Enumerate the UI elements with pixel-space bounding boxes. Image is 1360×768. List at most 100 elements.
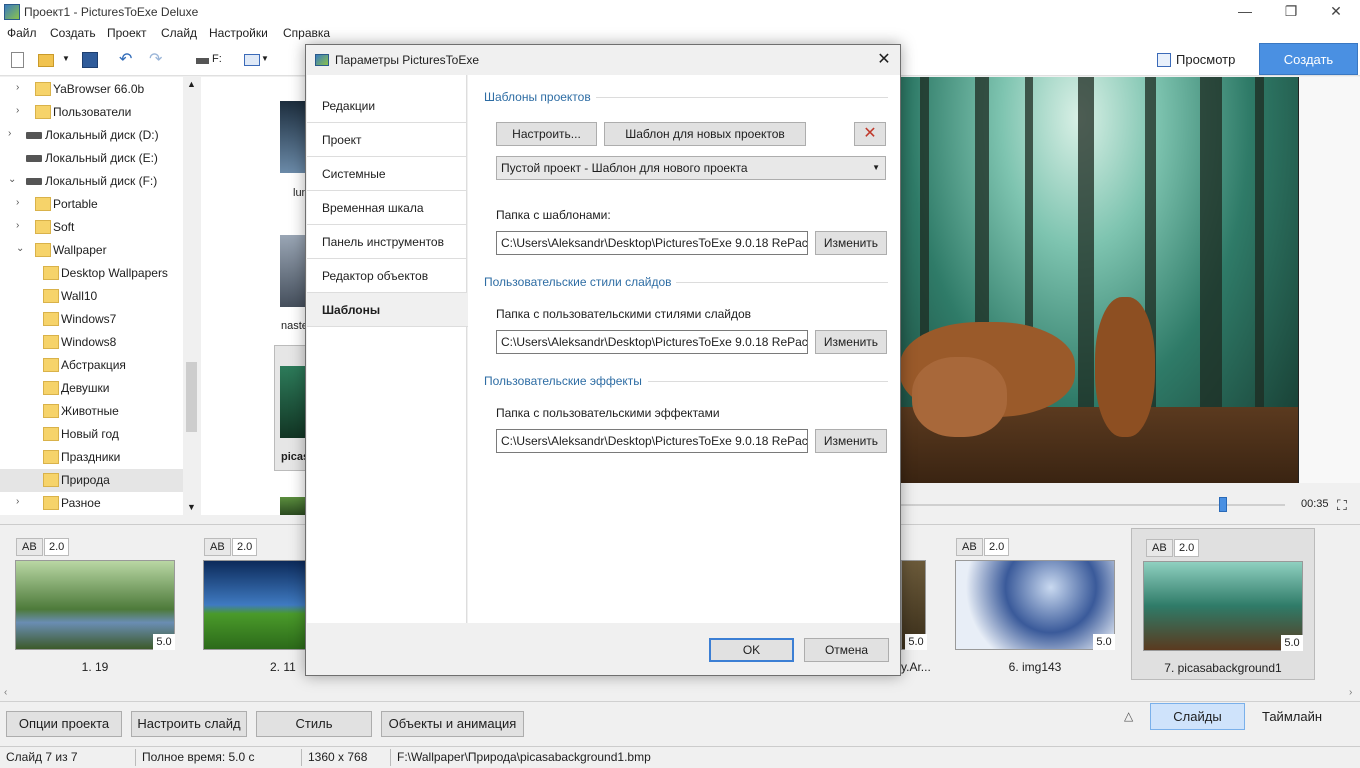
tab-slides[interactable]: Слайды [1150,703,1245,730]
change-styles-folder-button[interactable]: Изменить [815,330,887,354]
tree-item[interactable]: Абстракция [0,354,183,377]
save-icon[interactable] [82,52,98,68]
menu-create[interactable]: Создать [50,26,96,40]
tree-item[interactable]: Природа [0,469,183,492]
file-thumb[interactable] [280,101,307,173]
chevron-right-icon[interactable]: › [8,128,18,139]
objects-animation-button[interactable]: Объекты и анимация [381,711,524,737]
slide-item-selected[interactable]: AB 2.0 5.0 7. picasabackground1 [1131,528,1315,680]
view-mode-icon[interactable] [244,54,260,66]
nav-toolbar[interactable]: Панель инструментов [307,225,467,259]
tab-timeline[interactable]: Таймлайн [1247,703,1337,730]
chevron-right-icon[interactable]: › [16,197,26,208]
transition-badge[interactable]: AB [956,538,983,556]
nav-project[interactable]: Проект [307,123,467,157]
tree-item[interactable]: › YaBrowser 66.0b [0,78,183,101]
undo-icon[interactable]: ↶ [119,49,135,68]
tree-item[interactable]: Windows8 [0,331,183,354]
open-folder-icon[interactable] [38,54,54,67]
chevron-right-icon[interactable]: › [16,82,26,93]
slide-thumbnail[interactable] [203,560,306,650]
file-thumb[interactable] [280,497,307,515]
file-thumb[interactable] [280,366,307,438]
change-effects-folder-button[interactable]: Изменить [815,429,887,453]
slides-scrollbar[interactable]: ‹ › [0,687,1360,701]
tree-item[interactable]: Животные [0,400,183,423]
tree-item[interactable]: Девушки [0,377,183,400]
chevron-down-icon[interactable]: ⌄ [8,174,18,185]
delete-template-icon[interactable]: ✕ [854,122,886,146]
minimize-button[interactable]: — [1222,0,1268,24]
file-thumb[interactable] [280,235,307,307]
new-file-icon[interactable] [11,52,24,68]
nav-templates[interactable]: Шаблоны [307,293,468,327]
close-window-button[interactable]: ✕ [1313,0,1359,24]
transition-duration[interactable]: 2.0 [44,538,70,556]
slide-duration[interactable]: 5.0 [905,634,927,650]
menu-settings[interactable]: Настройки [209,26,268,40]
menu-file[interactable]: Файл [7,26,37,40]
tree-item[interactable]: Desktop Wallpapers [0,262,183,285]
nav-timeline[interactable]: Временная шкала [307,191,467,225]
menu-slide[interactable]: Слайд [161,26,197,40]
transition-duration[interactable]: 2.0 [232,538,258,556]
redo-icon[interactable]: ↷ [149,49,165,68]
tree-item[interactable]: › Пользователи [0,101,183,124]
transition-badge[interactable]: AB [16,538,43,556]
drive-label[interactable]: F: [212,53,222,65]
slide-item[interactable]: 5.0 y.Ar... [901,528,931,680]
templates-folder-input[interactable]: C:\Users\Aleksandr\Desktop\PicturesToExe… [496,231,808,255]
chevron-down-icon[interactable]: ▼ [62,54,78,70]
maximize-button[interactable]: ❐ [1268,0,1314,24]
project-options-button[interactable]: Опции проекта [6,711,122,737]
transition-badge[interactable]: AB [1146,539,1173,557]
scroll-left-icon[interactable]: ‹ [4,687,7,698]
transition-duration[interactable]: 2.0 [1174,539,1200,557]
slide-thumbnail[interactable] [955,560,1115,650]
effects-folder-input[interactable]: C:\Users\Aleksandr\Desktop\PicturesToExe… [496,429,808,453]
change-templates-folder-button[interactable]: Изменить [815,231,887,255]
tree-item[interactable]: Wall10 [0,285,183,308]
scroll-right-icon[interactable]: › [1349,687,1352,698]
scroll-up-icon[interactable]: ▲ [187,79,196,89]
tree-item[interactable]: Windows7 [0,308,183,331]
dialog-close-icon[interactable]: ✕ [872,49,896,71]
nav-system[interactable]: Системные [307,157,467,191]
chevron-right-icon[interactable]: › [16,496,26,507]
transition-duration[interactable]: 2.0 [984,538,1010,556]
slide-duration[interactable]: 5.0 [153,634,175,650]
nav-editions[interactable]: Редакции [307,89,467,123]
slide-duration[interactable]: 5.0 [1281,635,1303,651]
tree-item[interactable]: Новый год [0,423,183,446]
chevron-right-icon[interactable]: › [16,105,26,116]
tree-item[interactable]: Праздники [0,446,183,469]
nav-object-editor[interactable]: Редактор объектов [307,259,467,293]
chevron-right-icon[interactable]: › [16,220,26,231]
tree-scrollbar[interactable]: ▲ ▼ [183,77,200,515]
template-select[interactable]: Пустой проект - Шаблон для нового проект… [496,156,886,180]
configure-button[interactable]: Настроить... [496,122,597,146]
create-button[interactable]: Создать [1259,43,1358,75]
transition-badge[interactable]: AB [204,538,231,556]
style-button[interactable]: Стиль [256,711,372,737]
ok-button[interactable]: OK [709,638,794,662]
tree-item[interactable]: › Soft [0,216,183,239]
tree-scrollbar-thumb[interactable] [186,362,197,432]
menu-help[interactable]: Справка [283,26,330,40]
playback-slider-thumb[interactable] [1219,497,1228,512]
cancel-button[interactable]: Отмена [804,638,889,662]
chevron-down-icon[interactable]: ⌄ [16,243,26,254]
new-project-template-button[interactable]: Шаблон для новых проектов [604,122,806,146]
tree-item[interactable]: › Локальный диск (D:) [0,124,183,147]
customize-slide-button[interactable]: Настроить слайд [131,711,247,737]
slide-item[interactable]: AB 2.0 5.0 6. img143 [945,528,1129,680]
tree-item[interactable]: ⌄ Wallpaper [0,239,183,262]
folder-tree[interactable]: › YaBrowser 66.0b › Пользователи › Локальный … [0,77,200,515]
slide-thumbnail[interactable] [1143,561,1303,651]
fullscreen-icon[interactable]: ⛶ [1337,497,1347,514]
collapse-up-icon[interactable]: △ [1124,709,1133,723]
view-dropdown-icon[interactable]: ▼ [261,54,277,70]
menu-project[interactable]: Проект [107,26,147,40]
styles-folder-input[interactable]: C:\Users\Aleksandr\Desktop\PicturesToExe… [496,330,808,354]
slide-thumbnail[interactable] [15,560,175,650]
